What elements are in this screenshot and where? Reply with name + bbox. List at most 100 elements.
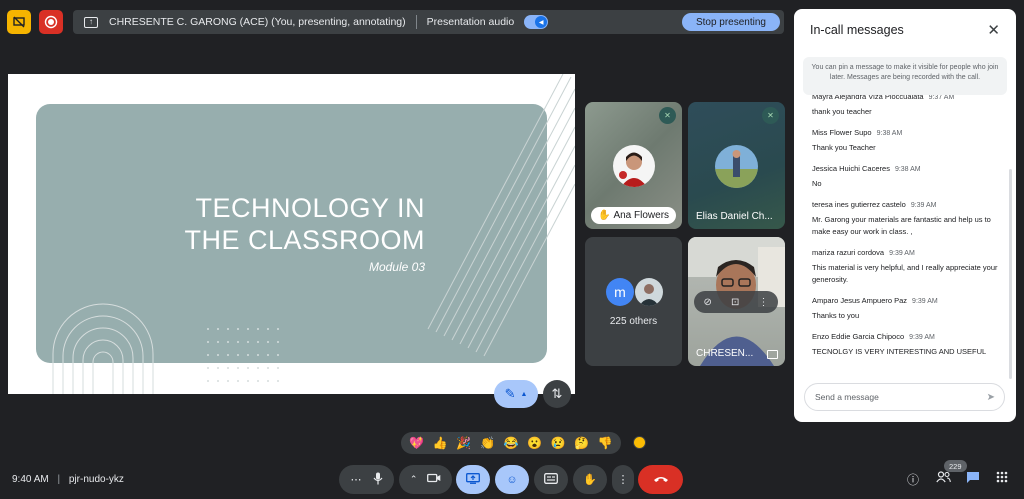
remove-icon[interactable]: ⊘ [704, 297, 712, 308]
skin-tone-button[interactable] [633, 436, 646, 449]
mic-icon[interactable] [373, 472, 383, 488]
others-count: 225 others [609, 316, 658, 327]
message-time: 9:39 AM [909, 334, 935, 341]
participant-tile-ana[interactable]: ✕ ✋ Ana Flowers [585, 102, 682, 229]
swap-layout-button[interactable]: ⇅ [543, 380, 571, 408]
reactions-button[interactable]: ☺ [495, 465, 529, 494]
reaction-emoji[interactable]: 😂 [503, 436, 518, 450]
message-sender: mariza razuri cordova [812, 248, 885, 257]
divider [415, 15, 417, 29]
message-time: 9:38 AM [876, 130, 903, 137]
avatar [613, 145, 655, 187]
pen-icon: ✎ [504, 386, 516, 401]
shared-slide: TECHNOLOGY IN THE CLASSROOM Module 03 [8, 74, 575, 394]
message-text: No [812, 179, 822, 188]
recording-button[interactable] [39, 10, 63, 34]
present-screen-icon [466, 472, 480, 487]
camera-control[interactable]: ⌃ [399, 465, 452, 494]
message-sender: Amparo Jesus Ampuero Paz [812, 296, 908, 305]
present-button[interactable] [456, 465, 490, 494]
more-horiz-icon[interactable]: ⋯ [351, 473, 362, 486]
leave-call-button[interactable] [638, 465, 683, 494]
scrollbar[interactable] [1009, 169, 1012, 379]
avatar [715, 145, 758, 188]
call-end-icon [653, 474, 669, 486]
self-tile[interactable]: ⊘ ⊡ ⋮ CHRESEN... [688, 237, 785, 366]
others-tile[interactable]: m 225 others [585, 237, 682, 366]
chat-message: mariza razuri cordova 9:39 AM This materia… [812, 247, 1002, 286]
chat-title: In-call messages [810, 23, 904, 37]
message-time: 9:38 AM [894, 166, 921, 173]
reaction-emoji[interactable]: 👍 [433, 436, 448, 450]
presentation-audio-toggle[interactable]: ◀ [524, 15, 549, 29]
reaction-emoji[interactable]: 👎 [598, 436, 613, 450]
record-icon [44, 15, 58, 29]
message-text: This material is very helpful, and I rea… [812, 263, 998, 284]
stop-presenting-button[interactable]: Stop presenting [681, 13, 780, 31]
microphone-control[interactable]: ⋯ [339, 465, 394, 494]
raise-hand-button[interactable]: ✋ [573, 465, 607, 494]
message-time: 9:37 AM [928, 95, 955, 101]
activities-grid-icon[interactable] [996, 471, 1008, 486]
hand-icon: ✋ [583, 474, 597, 486]
chat-panel: In-call messages ✕ You can pin a message… [794, 9, 1016, 422]
info-icon[interactable]: ⓘ [907, 471, 919, 488]
clock-time: 9:40 AM [12, 474, 49, 485]
avatar-initial: m [606, 278, 634, 306]
camera-icon[interactable] [427, 473, 441, 486]
no-screen-icon [13, 16, 25, 28]
reaction-emoji[interactable]: 🤔 [574, 436, 589, 450]
message-text: Thanks to you [812, 311, 860, 320]
more-vert-icon[interactable]: ⋮ [758, 297, 768, 308]
chat-message: teresa ines gutierrez castelo 9:39 AM Mr. … [812, 199, 1002, 238]
chat-message: Enzo Eddie Garcia Chipoco 9:39 AM TECNOLGY… [812, 331, 1002, 358]
message-sender: Enzo Eddie Garcia Chipoco [812, 332, 905, 341]
slide-title-line1: TECHNOLOGY IN [195, 193, 425, 223]
participant-tile-elias[interactable]: ✕ Elias Daniel Ch... [688, 102, 785, 229]
presentation-audio-label: Presentation audio [426, 16, 515, 28]
raised-hand-icon: ✋ [598, 210, 611, 221]
chat-pin-note: You can pin a message to make it visible… [803, 57, 1007, 95]
emoji-icon: ☺ [506, 473, 518, 486]
participant-name: CHRESEN... [696, 348, 754, 359]
people-icon[interactable] [936, 471, 951, 486]
volume-icon: ◀ [535, 16, 548, 28]
slide-title-line2: THE CLASSROOM [184, 225, 425, 255]
pip-icon[interactable] [767, 350, 778, 359]
slide-subtitle: Module 03 [368, 260, 425, 274]
present-notice-button[interactable] [7, 10, 31, 34]
message-header: mariza razuri cordova 9:39 AM [812, 247, 1002, 260]
message-text: thank you teacher [812, 107, 872, 116]
person-photo-icon [715, 150, 758, 188]
message-header: Miss Flower Supo 9:38 AM [812, 127, 1002, 140]
send-icon[interactable]: ➤ [987, 392, 995, 403]
captions-button[interactable] [534, 465, 568, 494]
message-sender: teresa ines gutierrez castelo [812, 200, 906, 209]
avatar [635, 278, 663, 306]
reaction-emoji[interactable]: 👏 [480, 436, 495, 450]
reaction-emoji[interactable]: 💖 [409, 436, 424, 450]
message-sender: Mayra Alejandra Viza Pioccualata [812, 95, 924, 101]
chat-icon[interactable] [966, 471, 980, 487]
person-photo-icon [619, 152, 647, 187]
message-list[interactable]: Mayra Alejandra Viza Pioccualata 9:37 AM t… [812, 95, 1002, 369]
reaction-emoji[interactable]: 🎉 [456, 436, 471, 450]
more-options-button[interactable]: ⋮ [612, 465, 634, 494]
frame-icon[interactable]: ⊡ [731, 297, 739, 308]
message-text: TECNOLGY IS VERY INTERESTING AND USEFUL [812, 347, 987, 356]
participant-name: Elias Daniel Ch... [696, 211, 773, 222]
annotation-tools-button[interactable]: ✎ ▲ [494, 380, 538, 408]
reaction-emoji[interactable]: 😢 [551, 436, 566, 450]
close-icon[interactable]: ✕ [987, 21, 1000, 39]
message-header: Jessica Huichi Caceres 9:38 AM [812, 163, 1002, 176]
reaction-emoji[interactable]: 😮 [527, 436, 542, 450]
message-placeholder: Send a message [815, 392, 879, 402]
chat-message: Jessica Huichi Caceres 9:38 AM No [812, 163, 1002, 190]
present-screen-icon: ↑ [84, 16, 98, 28]
chevron-up-icon[interactable]: ⌃ [410, 474, 418, 485]
message-header: Amparo Jesus Ampuero Paz 9:39 AM [812, 295, 1002, 308]
swap-arrows-icon: ⇅ [551, 386, 563, 401]
message-input[interactable]: Send a message ➤ [804, 383, 1005, 411]
mic-off-icon: ✕ [659, 107, 676, 124]
presenting-bar: ↑ CHRESENTE C. GARONG (ACE) (You, presen… [73, 10, 784, 34]
